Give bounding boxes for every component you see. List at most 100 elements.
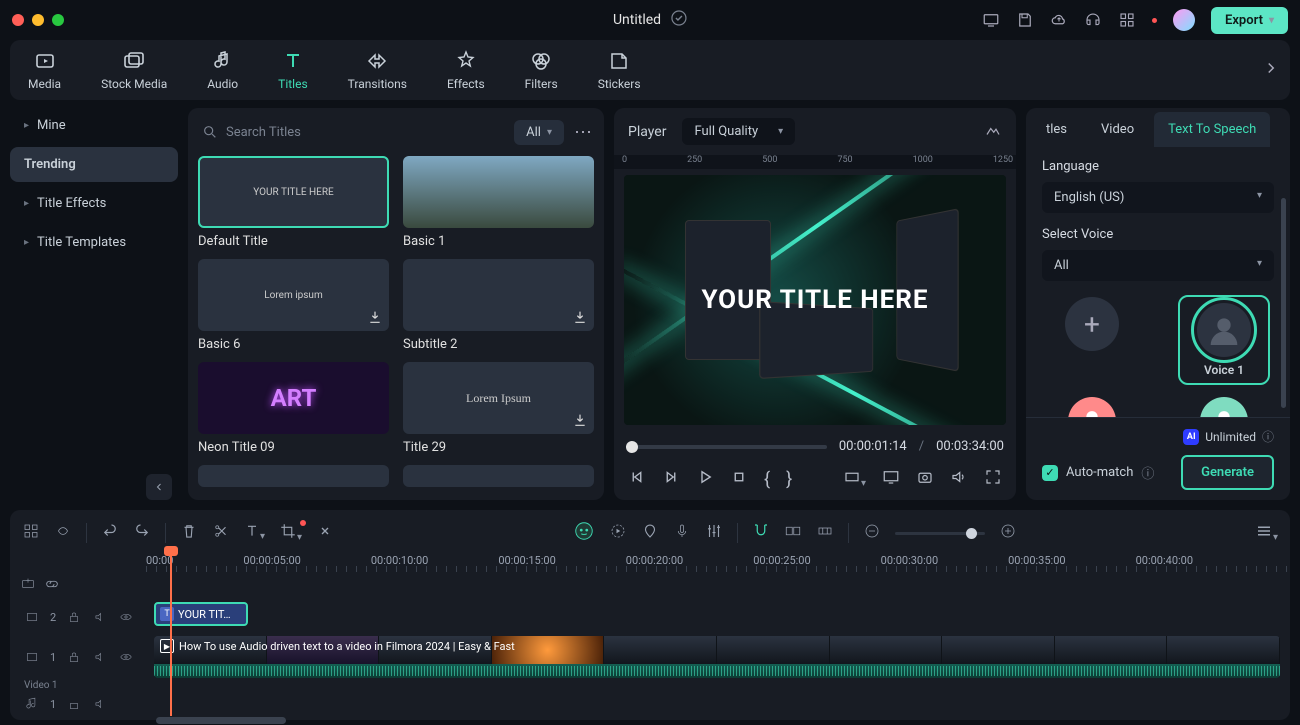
automatch-checkbox[interactable]: ✓ Auto-match ⓘ [1042,463,1154,482]
mute-icon[interactable] [92,649,108,665]
lock-icon[interactable] [66,649,82,665]
mute-icon[interactable] [92,609,108,625]
visibility-icon[interactable] [118,649,134,665]
snapshot-icon[interactable] [916,468,934,490]
voice-card-voice1[interactable]: Voice 1 [1180,297,1268,383]
render-icon[interactable] [609,522,627,544]
title-card-basic6[interactable]: Lorem ipsum Basic 6 [198,259,389,352]
filter-all-dropdown[interactable]: All▾ [514,120,564,145]
add-track-icon[interactable] [20,576,36,596]
aspect-ratio-icon[interactable]: ▾ [843,468,866,490]
horizontal-scrollbar[interactable] [142,717,1280,725]
tab-effects[interactable]: Effects [439,45,493,95]
mixer-icon[interactable] [705,522,723,544]
tab-subtitles[interactable]: tles [1032,112,1081,147]
zoom-in-icon[interactable] [999,522,1017,544]
edit-mode-icon[interactable] [54,522,72,544]
track-type-icon[interactable] [24,609,40,625]
scrollbar-thumb[interactable] [1281,198,1286,408]
delete-icon[interactable] [180,522,198,544]
tab-audio[interactable]: Audio [199,45,246,95]
split-icon[interactable] [212,522,230,544]
zoom-slider[interactable] [895,532,985,535]
tab-stickers[interactable]: Stickers [590,45,649,95]
maximize-window-icon[interactable] [52,14,64,26]
text-icon[interactable]: ▾ [244,523,265,543]
scrollbar-thumb[interactable] [156,717,286,724]
zoom-out-icon[interactable] [863,522,881,544]
scrub-slider[interactable] [626,445,827,449]
volume-icon[interactable] [950,468,968,490]
title-card-extra2[interactable] [403,465,594,487]
quality-dropdown[interactable]: Full Quality▾ [682,118,795,145]
crop-icon[interactable]: ▾ [279,522,302,544]
search-input[interactable]: Search Titles [198,118,504,146]
title-card-neon09[interactable]: ART Neon Title 09 [198,362,389,455]
close-window-icon[interactable] [12,14,24,26]
title-card-basic1[interactable]: Basic 1 [403,156,594,249]
sidebar-collapse-button[interactable] [146,474,172,500]
ai-assistant-icon[interactable] [573,520,595,546]
undo-icon[interactable] [101,522,119,544]
add-voice-button[interactable]: + [1048,297,1136,383]
mark-in-icon[interactable]: { [764,469,770,490]
auto-ripple-icon[interactable] [816,522,834,544]
tab-transitions[interactable]: Transitions [340,45,415,95]
screen-icon[interactable] [982,11,1000,29]
title-card-subtitle2[interactable]: Subtitle 2 [403,259,594,352]
prev-frame-icon[interactable] [628,468,646,490]
playhead[interactable] [170,554,172,716]
tab-text-to-speech[interactable]: Text To Speech [1154,112,1270,147]
mark-out-icon[interactable]: } [786,469,792,490]
more-options-icon[interactable]: ⋯ [574,122,594,143]
layout-icon[interactable] [22,522,40,544]
info-icon[interactable]: ⓘ [1141,463,1154,482]
audio-track-icon[interactable] [24,696,40,712]
language-dropdown[interactable]: English (US)▾ [1042,182,1274,213]
tab-titles[interactable]: Titles [270,45,315,95]
title-card-extra1[interactable] [198,465,389,487]
scrollbar[interactable] [1281,198,1286,498]
play-icon[interactable] [696,468,714,490]
voice-filter-dropdown[interactable]: All▾ [1042,250,1274,281]
voice-card-jason[interactable]: Jason [1180,397,1268,417]
player-stats-icon[interactable] [984,121,1002,143]
sidebar-item-mine[interactable]: ▸Mine [10,108,178,143]
display-icon[interactable] [882,468,900,490]
info-icon[interactable]: ⓘ [1262,428,1274,445]
toolbar-next-icon[interactable] [1262,59,1280,81]
title-card-title29[interactable]: Lorem Ipsum Title 29 [403,362,594,455]
video-clip[interactable]: ▶How To use Audio driven text to a video… [154,636,1280,678]
lock-icon[interactable] [66,609,82,625]
next-frame-icon[interactable] [662,468,680,490]
tab-video[interactable]: Video [1087,112,1148,147]
link-track-icon[interactable] [784,522,802,544]
minimize-window-icon[interactable] [32,14,44,26]
fullscreen-icon[interactable] [984,468,1002,490]
scrub-handle[interactable] [626,441,638,453]
support-icon[interactable] [1084,11,1102,29]
link-tracks-icon[interactable] [44,576,60,596]
lock-icon[interactable] [66,696,82,712]
timeline-ruler[interactable]: 00:00 00:00:05:00 00:00:10:00 00:00:15:0… [20,554,1280,576]
generate-button[interactable]: Generate [1181,455,1274,490]
preview-viewport[interactable]: YOUR TITLE HERE [624,175,1006,425]
sidebar-item-title-effects[interactable]: ▸Title Effects [10,186,178,221]
save-icon[interactable] [1016,11,1034,29]
title-card-default[interactable]: YOUR TITLE HERE Default Title [198,156,389,249]
sidebar-item-trending[interactable]: Trending [10,147,178,182]
zoom-handle[interactable] [966,528,977,539]
voice-card-jenny[interactable]: Jenny [1048,397,1136,417]
cloud-icon[interactable] [1050,11,1068,29]
title-clip[interactable]: T YOUR TIT… [154,602,248,626]
sidebar-item-title-templates[interactable]: ▸Title Templates [10,225,178,260]
magnetic-icon[interactable] [752,522,770,544]
more-tools-icon[interactable] [316,522,334,544]
export-button[interactable]: Export ▾ [1211,7,1288,34]
apps-grid-icon[interactable] [1118,11,1136,29]
visibility-icon[interactable] [118,609,134,625]
marker-icon[interactable] [641,522,659,544]
stop-icon[interactable] [730,468,748,490]
track-display-icon[interactable]: ▾ [1255,522,1278,544]
tab-media[interactable]: Media [20,45,69,95]
